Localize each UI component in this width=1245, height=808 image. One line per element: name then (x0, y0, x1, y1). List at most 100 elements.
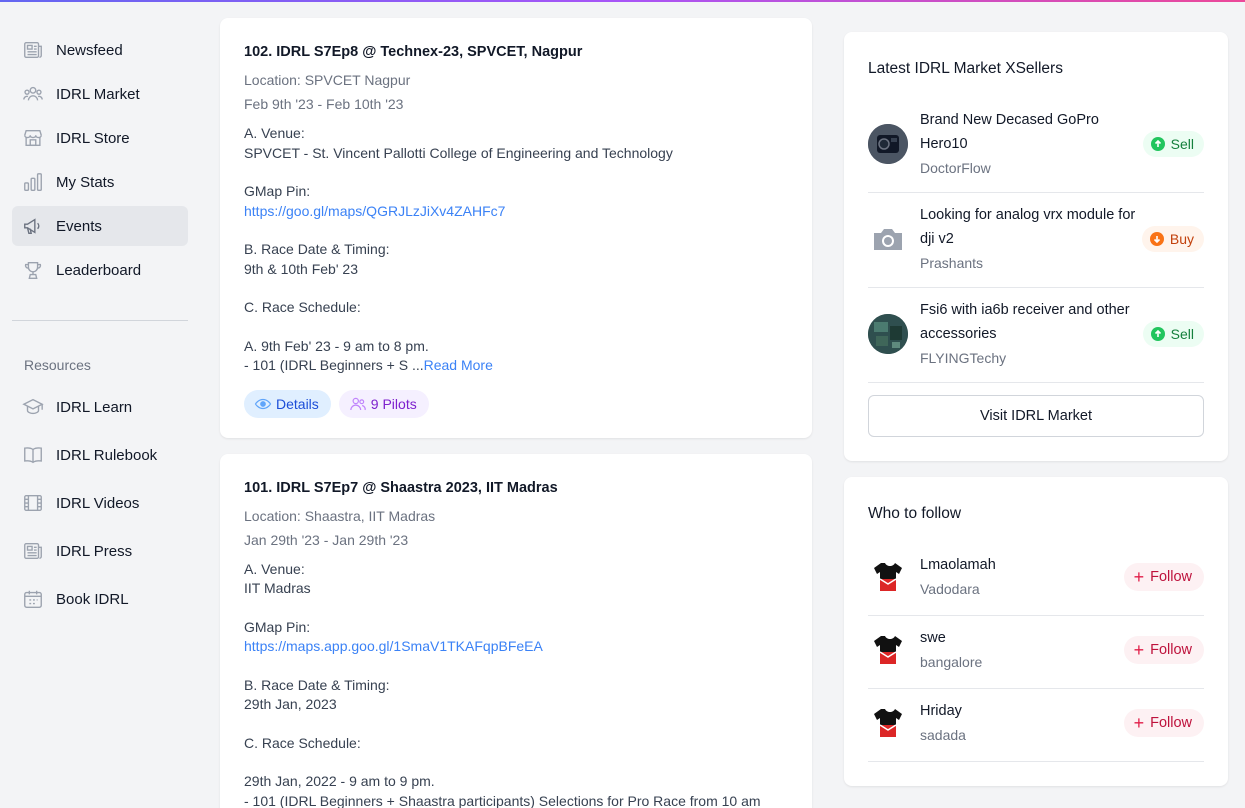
follow-item: Lmaolamah Vadodara + Follow (868, 543, 1204, 616)
follow-name[interactable]: swe (920, 626, 1124, 650)
jersey-avatar[interactable] (868, 703, 908, 743)
megaphone-icon (22, 215, 44, 237)
event-description: A. Venue: SPVCET - St. Vincent Pallotti … (244, 124, 788, 376)
timing-heading: B. Race Date & Timing: (244, 676, 390, 693)
sidebar-item-leaderboard[interactable]: Leaderboard (12, 250, 188, 290)
market-item-name: Looking for analog vrx module for dji v2 (920, 207, 1136, 247)
market-item-user: FLYINGTechy (920, 350, 1007, 366)
event-title[interactable]: 101. IDRL S7Ep7 @ Shaastra 2023, IIT Mad… (244, 480, 788, 496)
details-button[interactable]: Details (244, 389, 331, 418)
sidebar-item-label: Newsfeed (56, 41, 123, 59)
newspaper-icon (22, 540, 44, 562)
market-item-user: DoctorFlow (920, 160, 991, 176)
follow-label: Follow (1150, 715, 1192, 731)
follow-location: sadada (920, 727, 966, 743)
market-item[interactable]: Brand New Decased GoPro Hero10 DoctorFlo… (868, 98, 1204, 193)
event-title[interactable]: 102. IDRL S7Ep8 @ Technex-23, SPVCET, Na… (244, 44, 788, 60)
schedule-line: A. 9th Feb' 23 - 9 am to 8 pm. (244, 337, 429, 354)
badge-label: Sell (1170, 326, 1194, 342)
follow-button[interactable]: + Follow (1123, 563, 1204, 591)
buy-badge: Buy (1141, 226, 1204, 252)
gopro-thumbnail (868, 124, 908, 164)
venue-heading: A. Venue: (244, 560, 305, 577)
bar-chart-icon (22, 171, 44, 193)
venue-text: SPVCET - St. Vincent Pallotti College of… (244, 144, 673, 161)
film-icon (22, 492, 44, 514)
market-item-user: Prashants (920, 255, 984, 271)
sell-badge: Sell (1142, 131, 1204, 157)
storefront-icon (22, 127, 44, 149)
sidebar-item-label: IDRL Learn (56, 398, 133, 416)
pilots-button[interactable]: 9 Pilots (338, 389, 429, 418)
graduation-cap-icon (22, 396, 44, 418)
badge-label: Sell (1170, 136, 1194, 152)
venue-heading: A. Venue: (244, 125, 305, 141)
arrow-up-icon (1150, 327, 1165, 341)
sidebar-item-stats[interactable]: My Stats (12, 162, 188, 202)
sidebar-divider (12, 320, 188, 321)
read-more-link[interactable]: Read More (424, 357, 493, 373)
gmap-heading: GMap Pin: (244, 618, 311, 635)
market-panel: Latest IDRL Market XSellers Brand New De… (844, 32, 1228, 461)
arrow-up-icon (1150, 137, 1165, 151)
follow-item: Hriday sadada + Follow (868, 689, 1204, 762)
sidebar-item-press[interactable]: IDRL Press (12, 531, 188, 571)
who-to-follow-panel: Who to follow Lmaolamah Vadodara + Follow… (844, 477, 1228, 786)
sidebar-item-book[interactable]: Book IDRL (12, 579, 188, 619)
follow-label: Follow (1150, 569, 1192, 585)
sidebar-item-rulebook[interactable]: IDRL Rulebook (12, 435, 188, 475)
sidebar-item-market[interactable]: IDRL Market (12, 74, 188, 114)
follow-name[interactable]: Hriday (920, 699, 1124, 723)
sidebar-item-store[interactable]: IDRL Store (12, 118, 188, 158)
sidebar-item-label: IDRL Market (56, 85, 140, 103)
event-card: 102. IDRL S7Ep8 @ Technex-23, SPVCET, Na… (220, 18, 812, 438)
calendar-icon (22, 588, 44, 610)
sidebar-item-label: IDRL Videos (56, 494, 140, 512)
users-icon (350, 397, 366, 410)
event-description: A. Venue: IIT Madras GMap Pin: https://m… (244, 560, 788, 808)
badge-label: Buy (1169, 231, 1194, 247)
gmap-link[interactable]: https://maps.app.goo.gl/1SmaV1TKAFqpBFeE… (244, 638, 543, 654)
follow-name[interactable]: Lmaolamah (920, 553, 1124, 577)
right-sidebar: Latest IDRL Market XSellers Brand New De… (844, 32, 1228, 802)
arrow-down-icon (1149, 232, 1164, 246)
schedule-heading: C. Race Schedule: (244, 299, 361, 315)
event-dates: Feb 9th '23 - Feb 10th '23 (244, 96, 404, 112)
follow-location: Vadodara (920, 581, 980, 597)
gmap-heading: GMap Pin: (244, 183, 311, 199)
schedule-line: - 101 (IDRL Beginners + Shaastra partici… (244, 792, 761, 808)
plus-icon: + (1133, 640, 1145, 660)
market-item[interactable]: Looking for analog vrx module for dji v2… (868, 193, 1204, 288)
sidebar-item-videos[interactable]: IDRL Videos (12, 483, 188, 523)
plus-icon: + (1133, 567, 1145, 587)
event-location: Location: Shaastra, IIT Madras (244, 507, 436, 524)
market-item[interactable]: Fsi6 with ia6b receiver and other access… (868, 288, 1204, 383)
receiver-thumbnail (868, 314, 908, 354)
sidebar-item-events[interactable]: Events (12, 206, 188, 246)
market-item-name: Fsi6 with ia6b receiver and other access… (920, 302, 1130, 342)
follow-location: bangalore (920, 654, 983, 670)
sidebar-item-newsfeed[interactable]: Newsfeed (12, 30, 188, 70)
plus-icon: + (1133, 713, 1145, 733)
schedule-heading: C. Race Schedule: (244, 734, 361, 751)
follow-label: Follow (1150, 642, 1192, 658)
sidebar-item-label: IDRL Rulebook (56, 446, 158, 464)
visit-market-button[interactable]: Visit IDRL Market (868, 395, 1204, 437)
sidebar: Newsfeed IDRL Market IDRL Store My Stats… (12, 30, 188, 627)
book-open-icon (22, 444, 44, 466)
trophy-icon (22, 259, 44, 281)
pilots-label: 9 Pilots (370, 395, 417, 412)
eye-icon (254, 398, 272, 409)
gmap-link[interactable]: https://goo.gl/maps/QGRJLzJiXv4ZAHFc7 (244, 203, 505, 219)
camera-icon (868, 219, 908, 259)
event-dates: Jan 29th '23 - Jan 29th '23 (244, 531, 409, 548)
follow-button[interactable]: + Follow (1123, 636, 1204, 664)
event-location: Location: SPVCET Nagpur (244, 72, 411, 88)
jersey-avatar[interactable] (868, 557, 908, 597)
follow-button[interactable]: + Follow (1123, 709, 1204, 737)
timing-heading: B. Race Date & Timing: (244, 241, 390, 257)
sidebar-item-learn[interactable]: IDRL Learn (12, 387, 188, 427)
jersey-avatar[interactable] (868, 630, 908, 670)
sidebar-item-label: Events (56, 217, 102, 235)
sidebar-item-label: IDRL Store (56, 129, 130, 147)
